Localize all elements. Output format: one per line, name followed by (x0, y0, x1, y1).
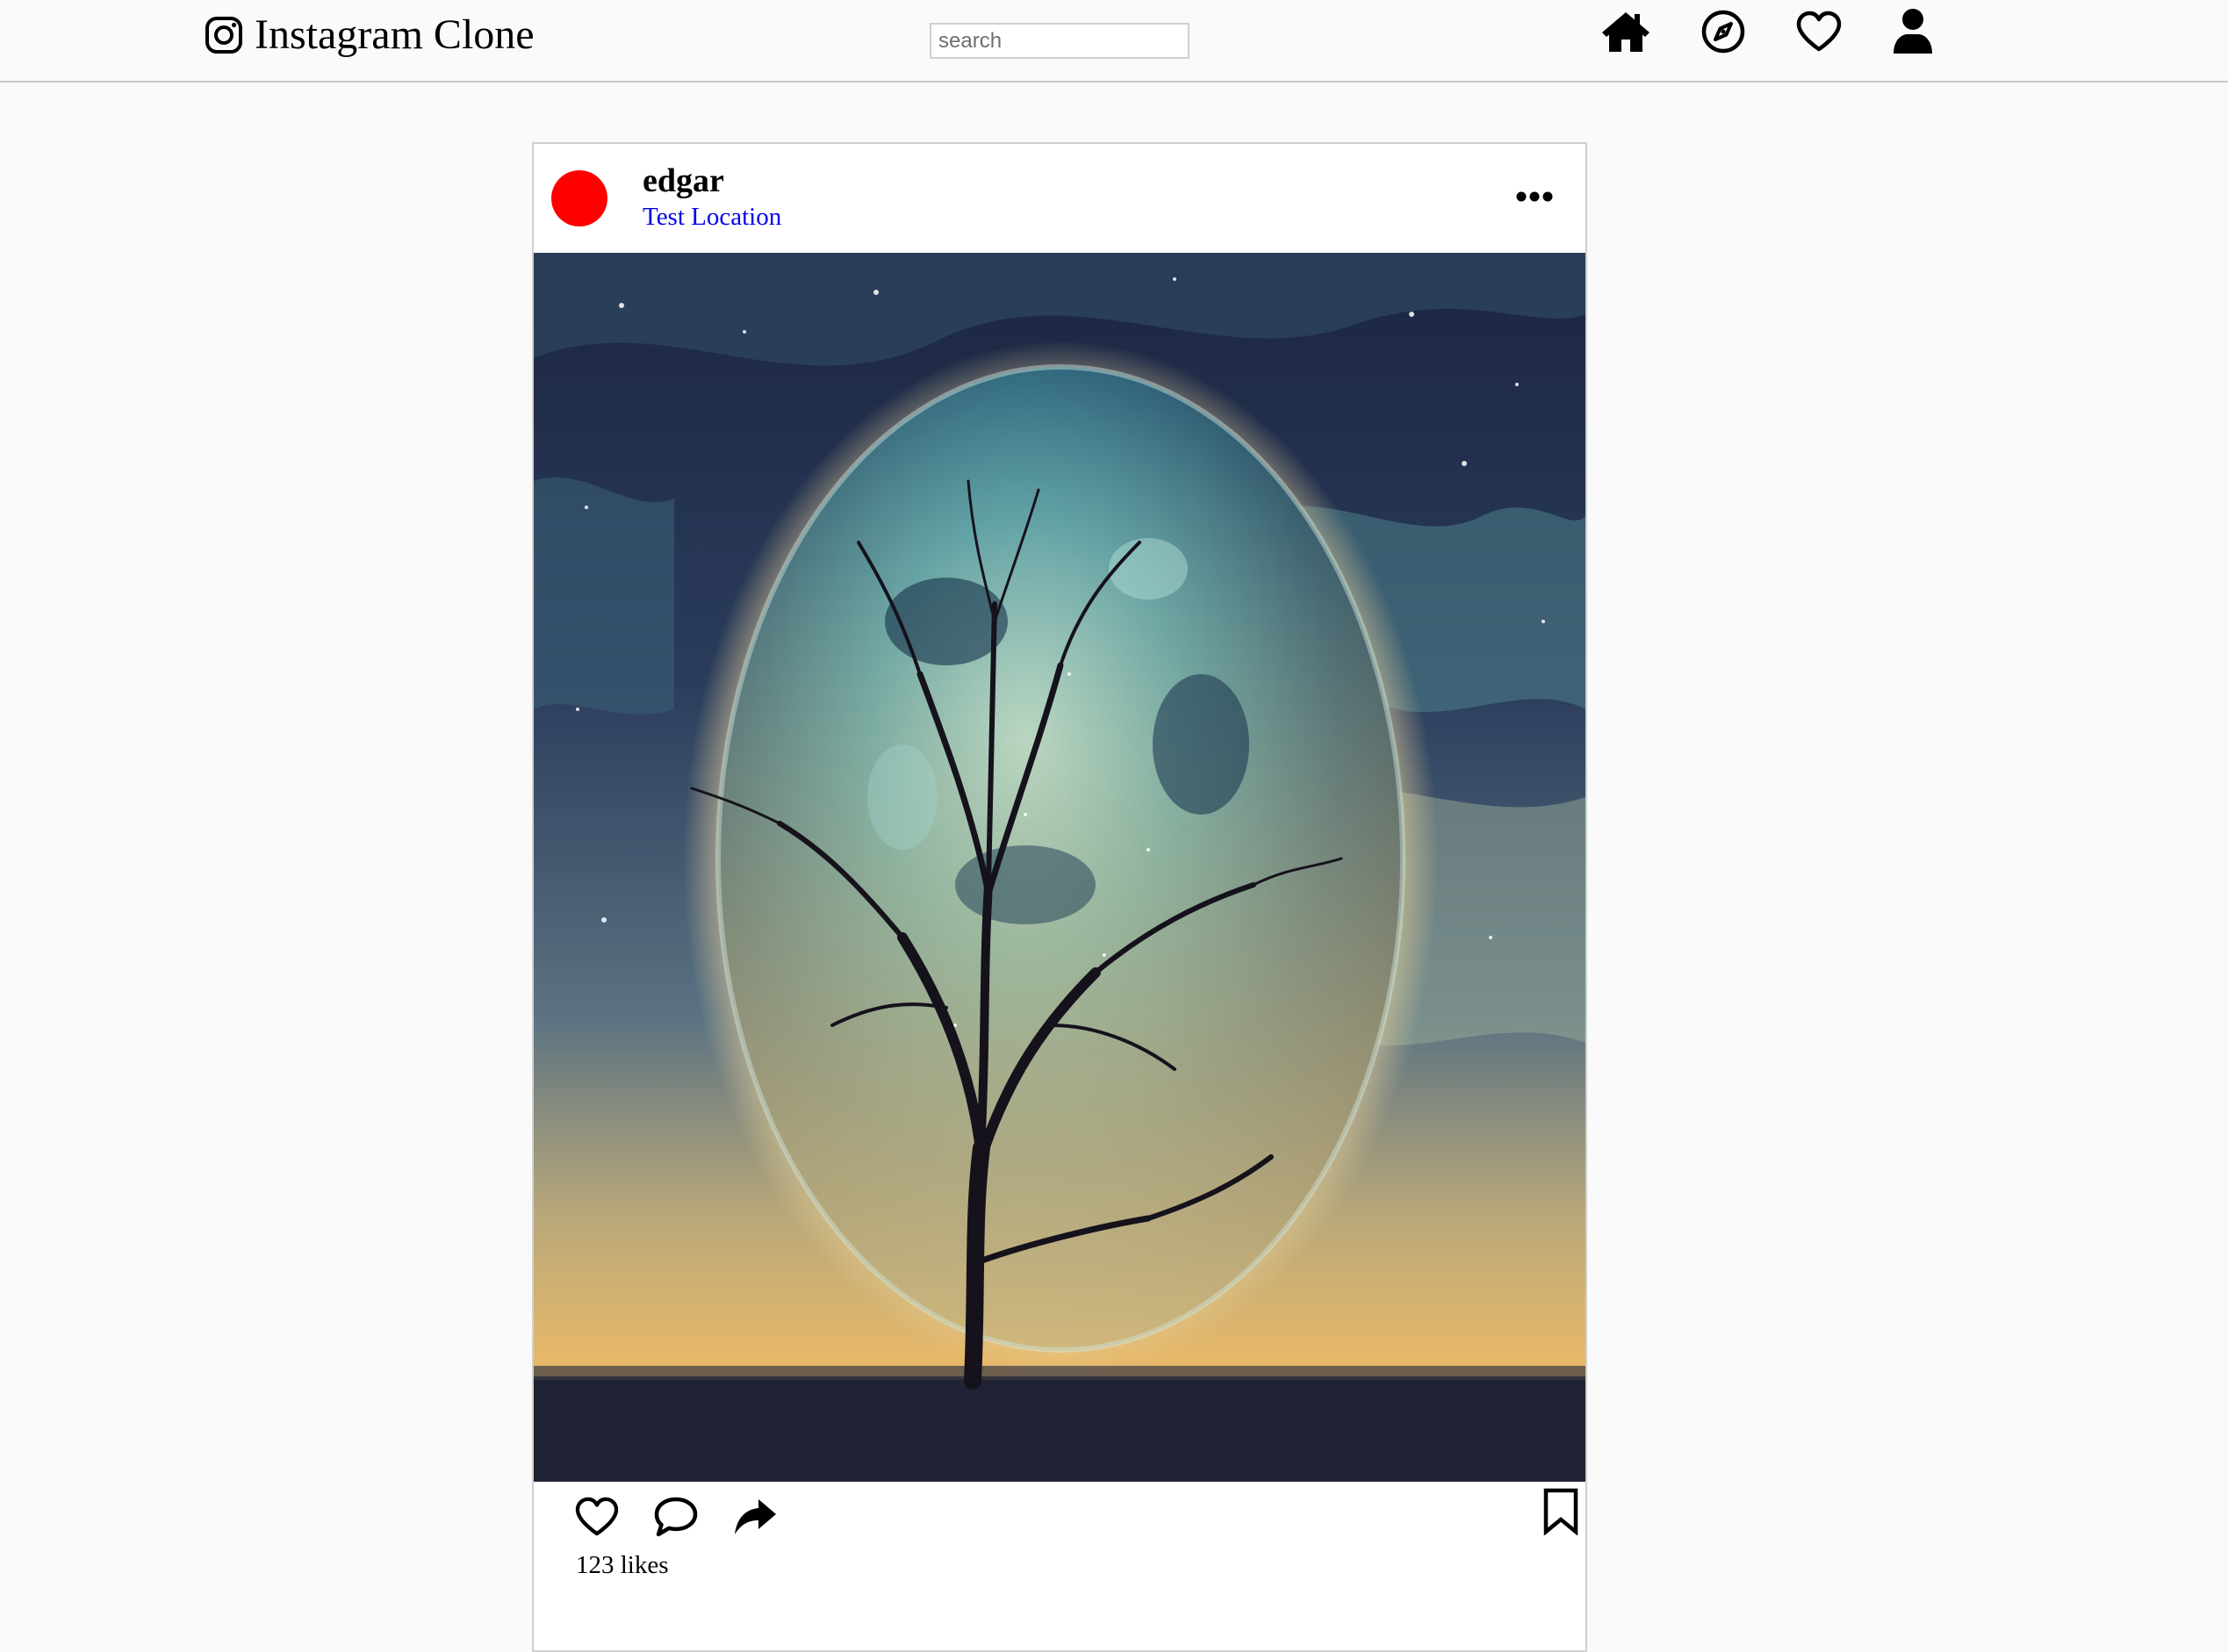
comment-bubble-icon[interactable] (650, 1490, 702, 1543)
bookmark-icon[interactable] (1534, 1485, 1587, 1538)
post-header: edgar Test Location (534, 144, 1585, 253)
likes-label: likes (620, 1551, 669, 1579)
likes-number: 123 (576, 1551, 614, 1579)
post-image[interactable] (534, 253, 1585, 1482)
user-icon[interactable] (1887, 7, 1938, 56)
share-arrow-icon[interactable] (729, 1490, 781, 1543)
app-title: Instagram Clone (255, 11, 535, 58)
heart-icon[interactable] (1793, 7, 1844, 56)
post-location-link[interactable]: Test Location (643, 202, 781, 232)
instagram-glyph-icon (204, 15, 244, 55)
post-actions (534, 1482, 1585, 1552)
likes-count: 123 likes (576, 1550, 669, 1580)
home-icon[interactable] (1600, 7, 1651, 56)
compass-icon[interactable] (1698, 7, 1749, 56)
heart-outline-icon[interactable] (571, 1490, 623, 1543)
post-card: edgar Test Location 123 likes (532, 142, 1587, 1652)
top-navigation-bar: Instagram Clone (0, 0, 2228, 83)
search-input[interactable] (930, 23, 1189, 59)
post-username[interactable]: edgar (643, 162, 724, 200)
avatar[interactable] (551, 170, 607, 226)
brand[interactable]: Instagram Clone (204, 7, 535, 63)
more-options-icon[interactable] (1508, 179, 1561, 214)
